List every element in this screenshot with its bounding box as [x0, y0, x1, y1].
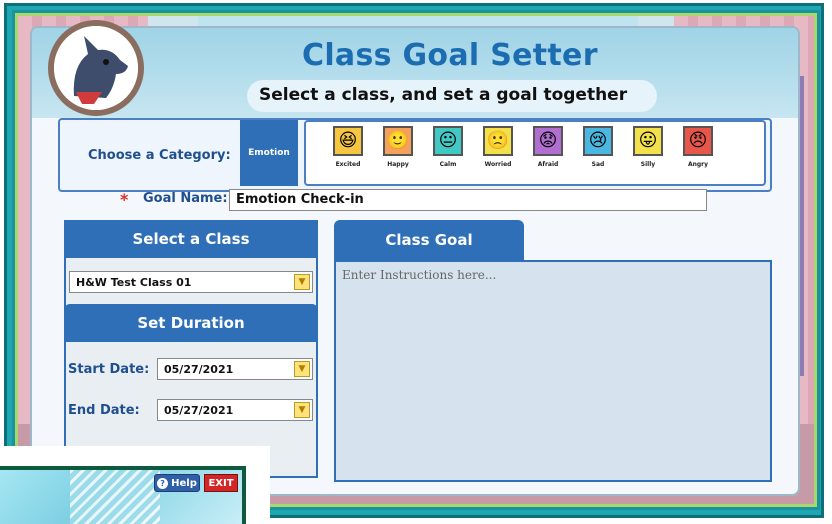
emotion-label: Silly: [640, 161, 656, 168]
angry-face-icon: 😠: [683, 126, 713, 156]
emotion-picker: 😆 Excited 🙂 Happy 😐 Calm 🙁 Worried 😟 Afraid 😢 Sad 😛 S…: [304, 120, 766, 186]
emotion-label: Excited: [335, 161, 361, 168]
dropdown-arrow-icon[interactable]: ▼: [294, 274, 310, 290]
class-select-value: H&W Test Class 01: [76, 276, 192, 289]
goal-name-field[interactable]: Emotion Check-in: [229, 189, 707, 211]
question-icon: ?: [157, 477, 169, 489]
emotion-label: Angry: [687, 161, 709, 168]
emotion-label: Sad: [591, 161, 605, 168]
afraid-face-icon: 😟: [533, 126, 563, 156]
emotion-sad[interactable]: 😢 Sad: [578, 126, 618, 168]
excited-face-icon: 😆: [333, 126, 363, 156]
emotion-excited[interactable]: 😆 Excited: [328, 126, 368, 168]
required-mark: *: [120, 190, 129, 209]
goal-name-label: Goal Name:: [143, 191, 228, 206]
set-duration-header: Set Duration: [64, 304, 318, 342]
emotion-label: Afraid: [537, 161, 559, 168]
start-date-select[interactable]: 05/27/2021 ▼: [157, 358, 313, 380]
category-label: Choose a Category:: [88, 148, 231, 163]
emotion-label: Calm: [439, 161, 457, 168]
popup-decoration: [70, 470, 160, 524]
sad-face-icon: 😢: [583, 126, 613, 156]
dog-icon: [54, 26, 138, 110]
calm-face-icon: 😐: [433, 126, 463, 156]
start-date-value: 05/27/2021: [164, 363, 234, 376]
class-select[interactable]: H&W Test Class 01 ▼: [69, 271, 313, 293]
dropdown-arrow-icon[interactable]: ▼: [294, 361, 310, 377]
emotion-angry[interactable]: 😠 Angry: [678, 126, 718, 168]
emotion-happy[interactable]: 🙂 Happy: [378, 126, 418, 168]
dropdown-arrow-icon[interactable]: ▼: [294, 402, 310, 418]
happy-face-icon: 🙂: [383, 126, 413, 156]
instructions-textarea[interactable]: Enter Instructions here...: [334, 260, 772, 482]
help-label: Help: [171, 477, 197, 489]
dog-mascot-avatar: [48, 20, 144, 116]
end-date-label: End Date:: [68, 403, 140, 418]
exit-button[interactable]: EXIT: [204, 474, 238, 492]
class-duration-column: [64, 220, 318, 478]
emotion-afraid[interactable]: 😟 Afraid: [528, 126, 568, 168]
help-button[interactable]: ? Help: [154, 474, 200, 492]
category-emotion-button[interactable]: Emotion: [240, 120, 298, 186]
end-date-select[interactable]: 05/27/2021 ▼: [157, 399, 313, 421]
worried-face-icon: 🙁: [483, 126, 513, 156]
page-title: Class Goal Setter: [302, 38, 598, 73]
class-goal-tab[interactable]: Class Goal: [334, 220, 524, 260]
emotion-silly[interactable]: 😛 Silly: [628, 126, 668, 168]
end-date-value: 05/27/2021: [164, 404, 234, 417]
emotion-calm[interactable]: 😐 Calm: [428, 126, 468, 168]
page-subtitle: Select a class, and set a goal together: [259, 85, 628, 105]
emotion-worried[interactable]: 🙁 Worried: [478, 126, 518, 168]
emotion-label: Happy: [387, 161, 409, 168]
start-date-label: Start Date:: [68, 362, 150, 377]
select-class-header: Select a Class: [64, 220, 318, 258]
emotion-label: Worried: [484, 161, 512, 168]
silly-face-icon: 😛: [633, 126, 663, 156]
